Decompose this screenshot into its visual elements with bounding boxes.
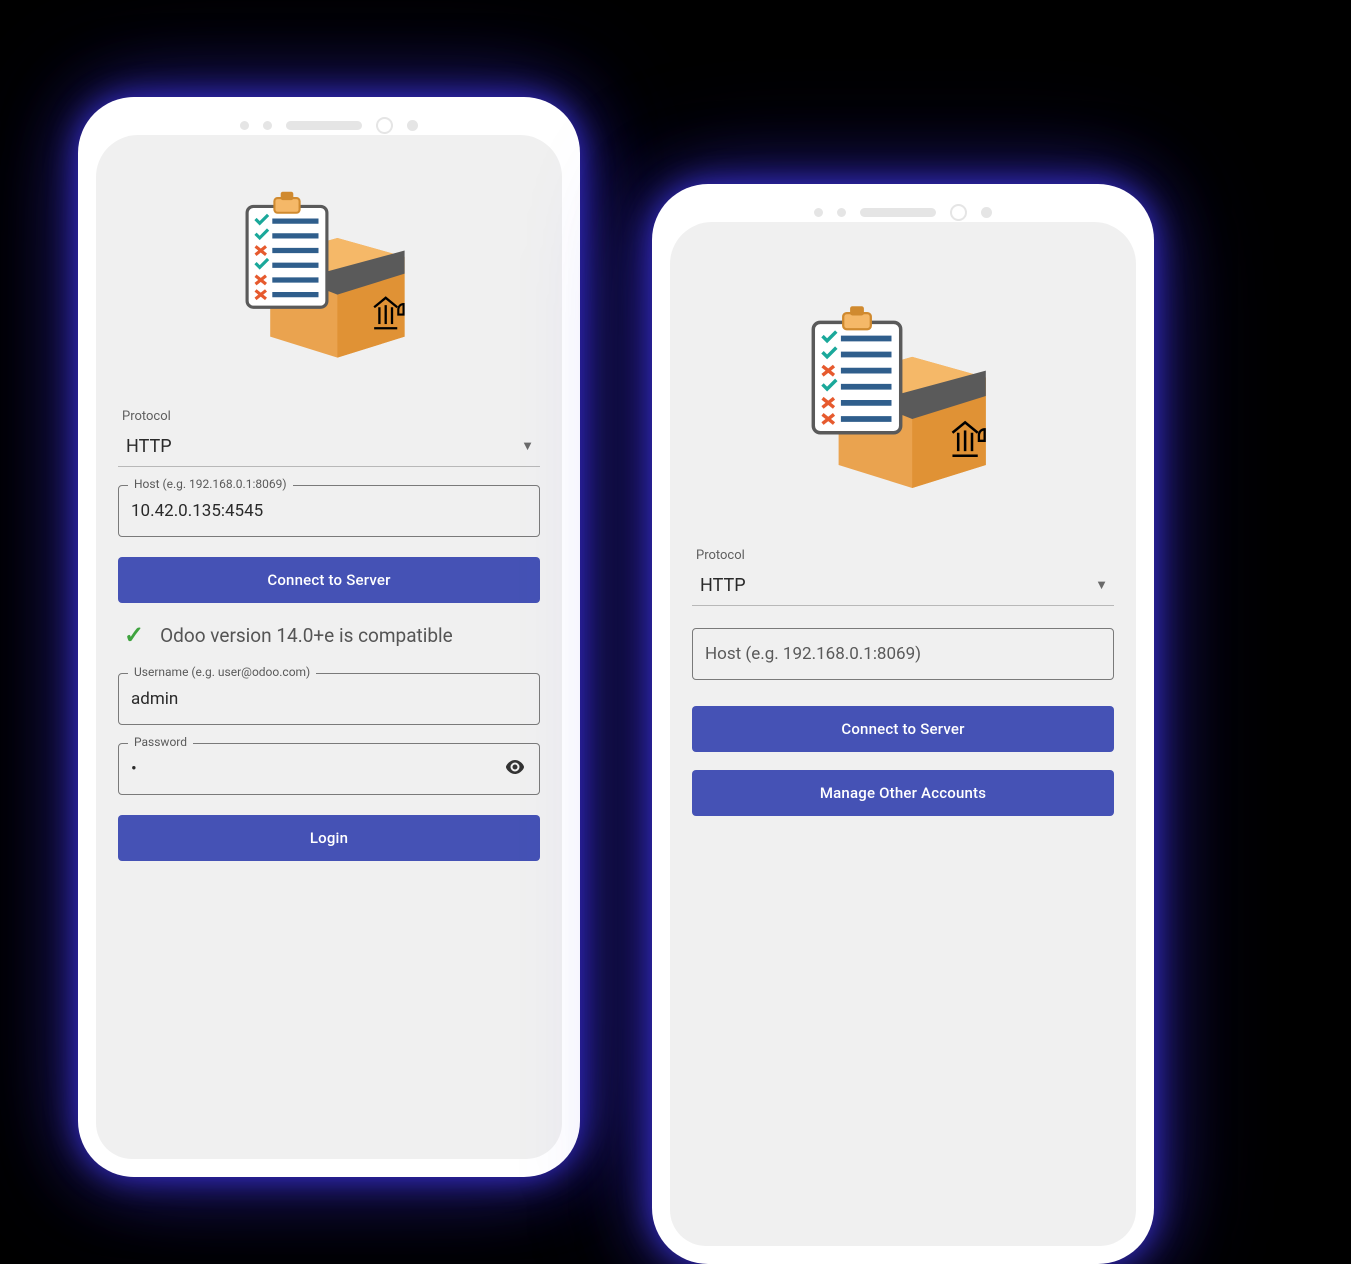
app-logo-icon — [692, 240, 1114, 544]
phone-mockup-right: Protocol HTTP ▼ Host (e.g. 192.168.0.1:8… — [652, 184, 1154, 1264]
screen: Protocol HTTP ▼ Host (e.g. 192.168.0.1:8… — [670, 222, 1136, 1246]
screen: Protocol HTTP ▼ Host (e.g. 192.168.0.1:8… — [96, 135, 562, 1159]
protocol-label: Protocol — [118, 401, 540, 426]
host-field-group: Host (e.g. 192.168.0.1:8069) — [692, 628, 1114, 680]
username-label: Username (e.g. user@odoo.com) — [128, 665, 316, 679]
host-input[interactable]: Host (e.g. 192.168.0.1:8069) — [692, 628, 1114, 680]
host-placeholder: Host (e.g. 192.168.0.1:8069) — [705, 644, 921, 664]
username-value: admin — [131, 689, 178, 709]
username-input[interactable]: admin — [118, 673, 540, 725]
username-field-group: Username (e.g. user@odoo.com) admin — [118, 673, 540, 725]
eye-icon[interactable] — [503, 755, 527, 784]
password-field-group: Password • — [118, 743, 540, 795]
protocol-value: HTTP — [126, 436, 172, 457]
protocol-label: Protocol — [692, 544, 1114, 565]
login-button[interactable]: Login — [118, 815, 540, 861]
password-value: • — [131, 759, 137, 779]
password-input[interactable]: • — [118, 743, 540, 795]
protocol-value: HTTP — [700, 575, 746, 596]
protocol-select[interactable]: HTTP ▼ — [692, 565, 1114, 606]
host-value: 10.42.0.135:4545 — [131, 501, 263, 521]
protocol-select[interactable]: HTTP ▼ — [118, 426, 540, 467]
chevron-down-icon: ▼ — [521, 438, 540, 454]
host-label: Host (e.g. 192.168.0.1:8069) — [128, 477, 293, 491]
host-field-group: Host (e.g. 192.168.0.1:8069) 10.42.0.135… — [118, 485, 540, 537]
chevron-down-icon: ▼ — [1095, 577, 1114, 593]
password-label: Password — [128, 735, 193, 749]
manage-accounts-button[interactable]: Manage Other Accounts — [692, 770, 1114, 816]
app-logo-icon — [118, 153, 540, 401]
host-input[interactable]: 10.42.0.135:4545 — [118, 485, 540, 537]
compatibility-message: ✓ Odoo version 14.0+e is compatible — [118, 603, 540, 655]
compatibility-text: Odoo version 14.0+e is compatible — [160, 624, 453, 647]
phone-mockup-left: Protocol HTTP ▼ Host (e.g. 192.168.0.1:8… — [78, 97, 580, 1177]
connect-button[interactable]: Connect to Server — [118, 557, 540, 603]
connect-button[interactable]: Connect to Server — [692, 706, 1114, 752]
check-icon: ✓ — [124, 621, 144, 649]
